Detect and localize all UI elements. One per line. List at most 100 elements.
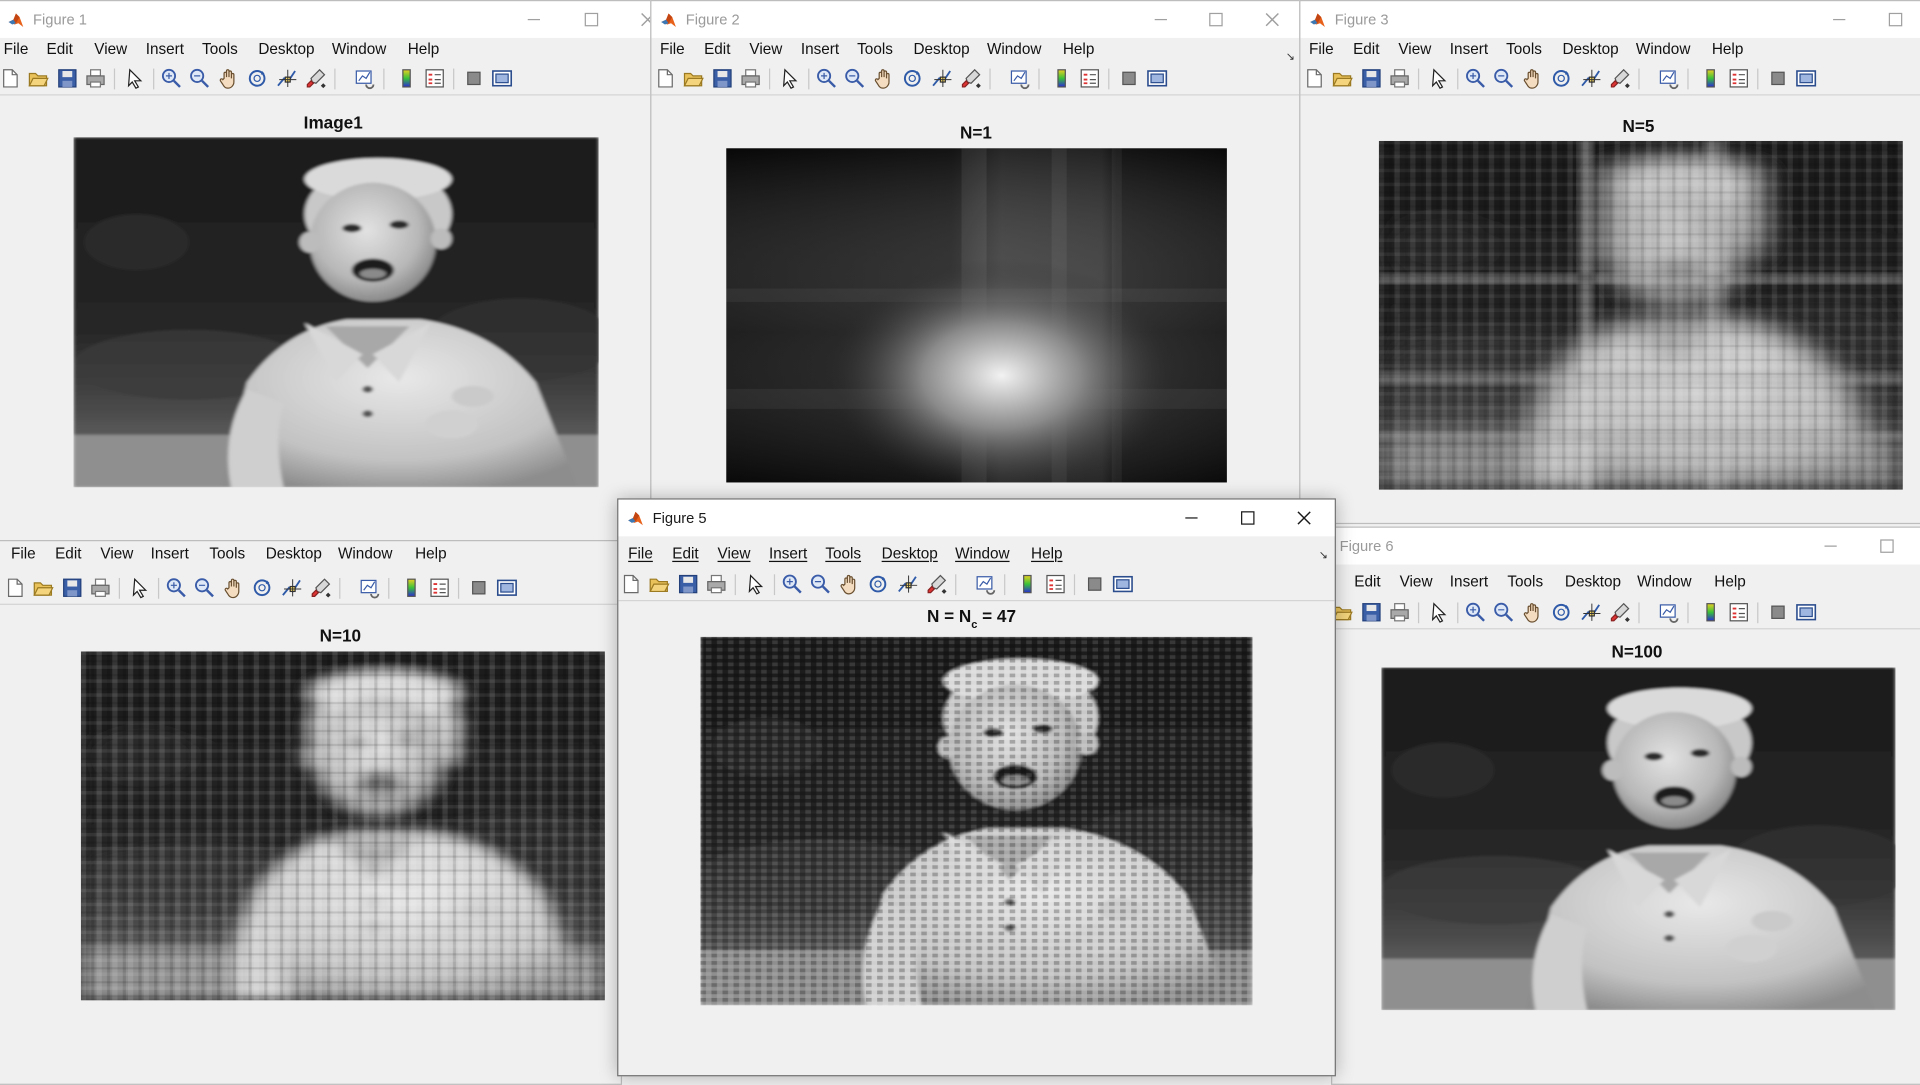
zoom-in-icon[interactable] [781, 573, 803, 595]
save-icon[interactable] [56, 67, 78, 89]
colorbar-icon[interactable] [400, 577, 422, 599]
menu-tools[interactable]: Tools [825, 545, 861, 562]
colorbar-icon[interactable] [1016, 573, 1038, 595]
menu-file[interactable]: File [4, 40, 29, 57]
save-icon[interactable] [61, 577, 83, 599]
title-bar[interactable]: Figure 1 [0, 1, 651, 38]
menu-file[interactable]: File [628, 545, 653, 562]
zoom-out-icon[interactable] [809, 573, 831, 595]
menu-edit[interactable]: Edit [55, 545, 81, 562]
menu-tools[interactable]: Tools [857, 40, 893, 57]
menu-insert[interactable]: Insert [1450, 573, 1488, 590]
show-plot-tools-icon[interactable] [496, 577, 518, 599]
open-file-icon[interactable] [648, 573, 670, 595]
legend-icon[interactable] [1728, 67, 1750, 89]
zoom-in-icon[interactable] [165, 577, 187, 599]
show-plot-tools-icon[interactable] [1146, 67, 1168, 89]
zoom-out-icon[interactable] [1493, 67, 1515, 89]
rotate-3d-icon[interactable] [251, 577, 273, 599]
maximize-button[interactable] [1188, 1, 1244, 38]
print-icon[interactable] [1389, 601, 1411, 623]
menu-desktop[interactable]: Desktop [258, 40, 314, 57]
new-figure-icon[interactable] [1303, 67, 1325, 89]
menu-tools[interactable]: Tools [1507, 573, 1543, 590]
brush-icon[interactable] [1609, 67, 1631, 89]
menu-edit[interactable]: Edit [672, 545, 698, 562]
save-icon[interactable] [677, 573, 699, 595]
rotate-3d-icon[interactable] [1550, 67, 1572, 89]
legend-icon[interactable] [1079, 67, 1101, 89]
menu-view[interactable]: View [749, 40, 782, 57]
link-plot-icon[interactable] [1658, 601, 1680, 623]
open-file-icon[interactable] [32, 577, 54, 599]
pan-hand-icon[interactable] [1522, 601, 1544, 623]
save-icon[interactable] [1360, 601, 1382, 623]
show-plot-tools-icon[interactable] [1795, 601, 1817, 623]
new-figure-icon[interactable] [0, 67, 21, 89]
menu-desktop[interactable]: Desktop [913, 40, 969, 57]
close-button[interactable] [1276, 500, 1332, 537]
hide-plot-tools-icon[interactable] [1084, 573, 1106, 595]
close-button[interactable] [1244, 1, 1299, 38]
brush-icon[interactable] [305, 67, 327, 89]
link-plot-icon[interactable] [1009, 67, 1031, 90]
close-button[interactable] [620, 1, 651, 38]
open-file-icon[interactable] [682, 67, 704, 89]
pan-hand-icon[interactable] [218, 67, 240, 89]
legend-icon[interactable] [1728, 601, 1750, 623]
new-figure-icon[interactable] [620, 573, 642, 595]
menu-file[interactable]: File [11, 545, 36, 562]
data-cursor-icon[interactable] [280, 577, 302, 599]
menu-window[interactable]: Window [955, 545, 1009, 562]
select-arrow-icon[interactable] [779, 67, 801, 89]
menu-edit[interactable]: Edit [47, 40, 73, 57]
menu-view[interactable]: View [1398, 40, 1431, 57]
menu-view[interactable]: View [94, 40, 127, 57]
data-cursor-icon[interactable] [1580, 67, 1602, 89]
zoom-out-icon[interactable] [1493, 601, 1515, 623]
legend-icon[interactable] [429, 577, 451, 599]
menu-edit[interactable]: Edit [1354, 573, 1380, 590]
zoom-out-icon[interactable] [193, 577, 215, 599]
menu-view[interactable]: View [1400, 573, 1433, 590]
maximize-button[interactable] [563, 1, 619, 38]
link-plot-icon[interactable] [359, 577, 381, 599]
menu-window[interactable]: Window [987, 40, 1041, 57]
data-cursor-icon[interactable] [931, 67, 953, 89]
zoom-out-icon[interactable] [189, 67, 211, 89]
show-plot-tools-icon[interactable] [1112, 573, 1134, 595]
data-cursor-icon[interactable] [276, 67, 298, 89]
rotate-3d-icon[interactable] [867, 573, 889, 595]
minimize-button[interactable] [1811, 1, 1867, 38]
title-bar[interactable]: Figure 5 [618, 499, 1335, 537]
menu-window[interactable]: Window [332, 40, 386, 57]
select-arrow-icon[interactable] [1428, 601, 1450, 623]
brush-icon[interactable] [1609, 601, 1631, 623]
menu-window[interactable]: Window [1636, 40, 1690, 57]
pan-hand-icon[interactable] [1522, 67, 1544, 89]
rotate-3d-icon[interactable] [901, 67, 923, 89]
print-icon[interactable] [1389, 67, 1411, 89]
colorbar-icon[interactable] [1700, 601, 1722, 623]
zoom-in-icon[interactable] [816, 67, 838, 89]
menu-file[interactable]: File [660, 40, 685, 57]
zoom-out-icon[interactable] [844, 67, 866, 89]
menu-desktop[interactable]: Desktop [882, 545, 938, 562]
new-figure-icon[interactable] [654, 67, 676, 89]
pan-hand-icon[interactable] [839, 573, 861, 595]
zoom-in-icon[interactable] [1465, 67, 1487, 89]
save-icon[interactable] [711, 67, 733, 89]
menu-insert[interactable]: Insert [146, 40, 184, 57]
zoom-in-icon[interactable] [160, 67, 182, 89]
link-plot-icon[interactable] [1658, 67, 1680, 90]
select-arrow-icon[interactable] [124, 67, 146, 89]
data-cursor-icon[interactable] [1580, 601, 1602, 623]
data-cursor-icon[interactable] [896, 573, 918, 595]
menu-tools[interactable]: Tools [209, 545, 245, 562]
select-arrow-icon[interactable] [129, 577, 151, 599]
brush-icon[interactable] [310, 577, 332, 599]
menu-tools[interactable]: Tools [202, 40, 238, 57]
menu-help[interactable]: Help [1031, 545, 1062, 562]
hide-plot-tools-icon[interactable] [1767, 67, 1789, 89]
select-arrow-icon[interactable] [744, 573, 766, 595]
